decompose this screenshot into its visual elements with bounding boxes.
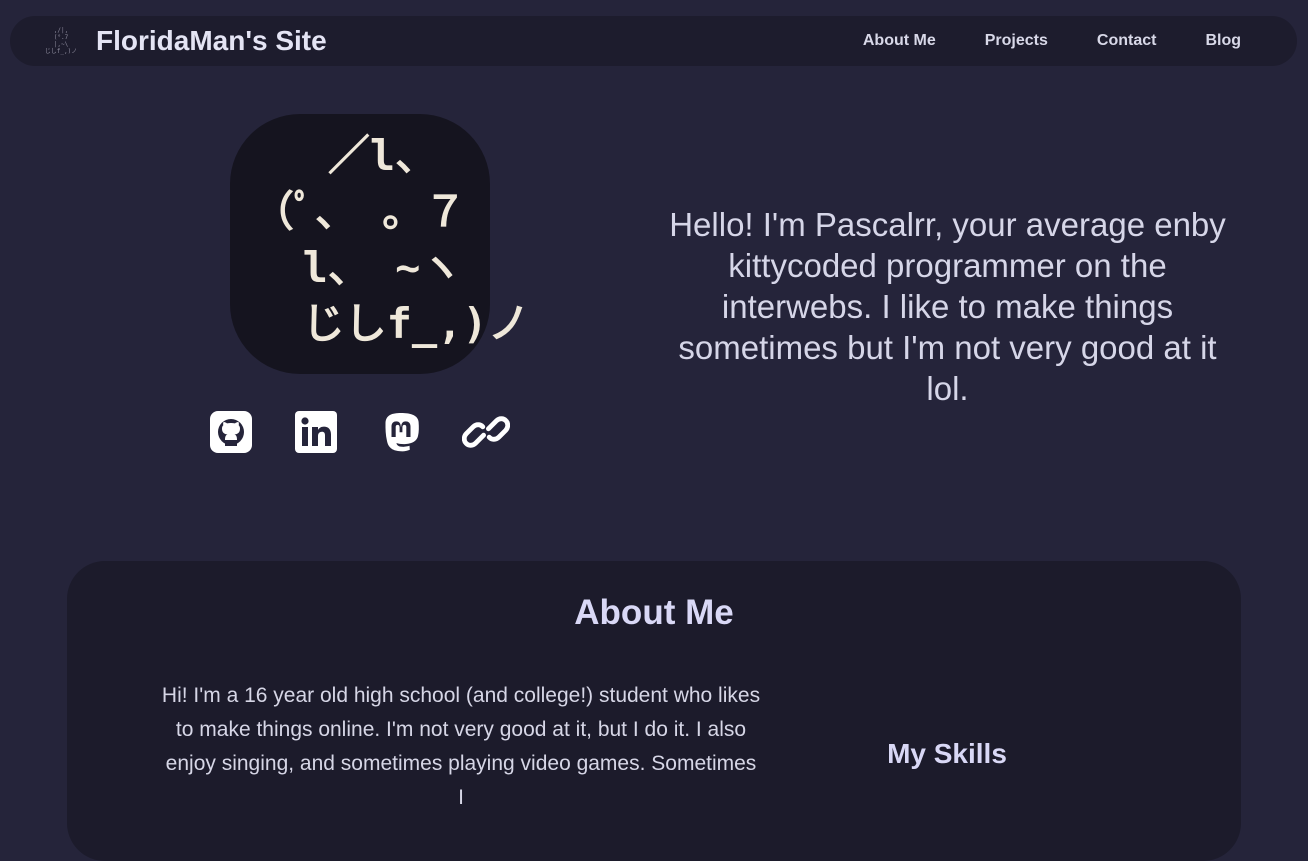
nav-link-contact[interactable]: Contact — [1097, 32, 1157, 50]
site-title[interactable]: FloridaMan's Site — [96, 25, 327, 57]
navbar: ,/|, (°.7 |,~\ じしf_,)ノ FloridaMan's Site… — [10, 16, 1297, 66]
github-icon[interactable] — [207, 408, 255, 456]
social-links — [207, 408, 510, 456]
nav-links: About Me Projects Contact Blog — [863, 16, 1241, 66]
nav-link-blog[interactable]: Blog — [1205, 32, 1241, 50]
mastodon-icon[interactable] — [377, 408, 425, 456]
linkedin-icon[interactable] — [292, 408, 340, 456]
about-me-heading: About Me — [574, 593, 734, 632]
avatar-ascii-cat: ／l、 （ﾟ、 。７ l、 ~ヽ じしf_,)ノ — [252, 131, 530, 348]
nav-link-projects[interactable]: Projects — [985, 32, 1048, 50]
nav-link-about-me[interactable]: About Me — [863, 32, 936, 50]
site-logo[interactable]: ,/|, (°.7 |,~\ じしf_,)ノ — [44, 24, 78, 58]
about-me-section: About Me Hi! I'm a 16 year old high scho… — [67, 561, 1241, 861]
hero-intro-text: Hello! I'm Pascalrr, your average enby k… — [669, 206, 1226, 407]
my-skills-heading: My Skills — [887, 738, 1007, 769]
link-icon[interactable] — [462, 408, 510, 456]
about-me-text: Hi! I'm a 16 year old high school (and c… — [161, 684, 761, 809]
avatar: ／l、 （ﾟ、 。７ l、 ~ヽ じしf_,)ノ — [230, 114, 530, 374]
